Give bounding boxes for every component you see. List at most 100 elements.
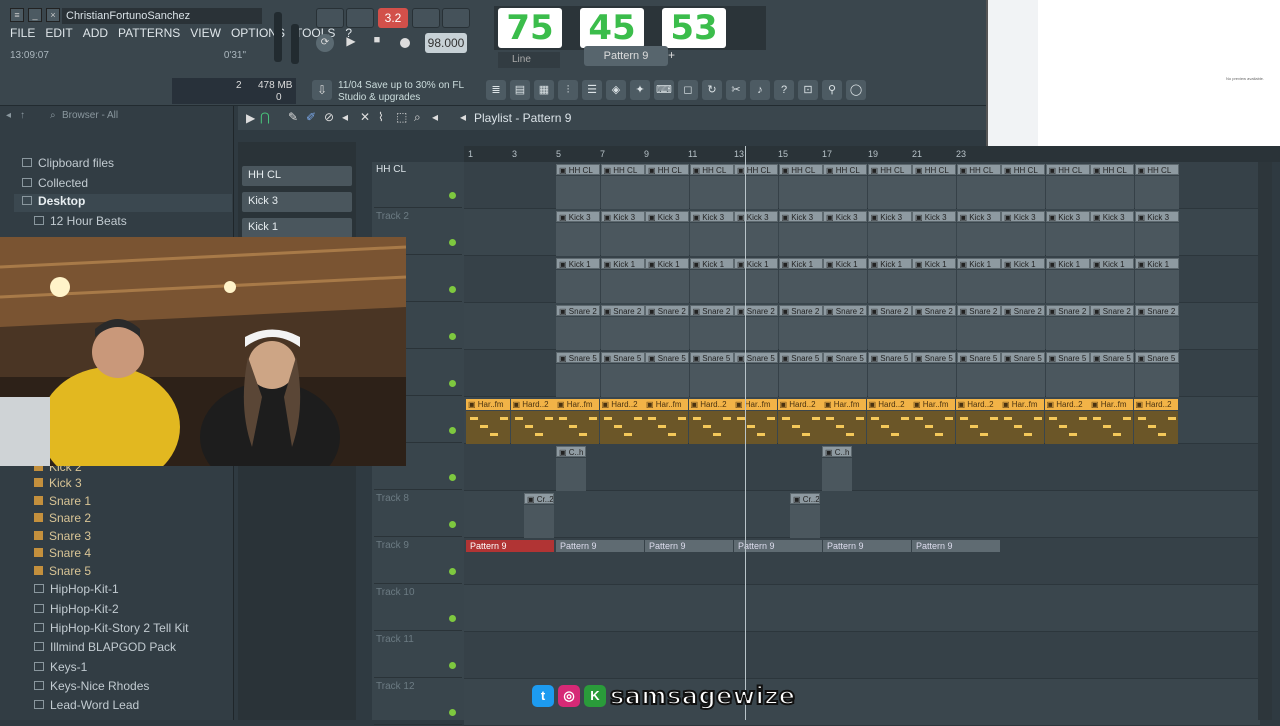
tempo-display[interactable]: 98.000 [425,33,467,53]
folder-lead-word-lead[interactable]: Lead-Word Lead [34,698,139,712]
hard-clip[interactable]: ▣ Hard..2 [777,399,822,410]
master-pitch-slider[interactable] [291,24,299,64]
sample-kick-3[interactable]: Kick 3 [34,476,82,490]
counter-display[interactable]: 3.2 [378,8,408,28]
playback-tool-icon[interactable]: ◂ [432,110,438,124]
track-enable-led[interactable] [449,474,456,481]
vertical-scrollbar[interactable] [1258,162,1272,720]
crash-clip[interactable]: ▣ Cr..2 [524,493,554,504]
pattern-clip[interactable]: ▣ HH CL [734,164,778,175]
pattern-clip[interactable]: ▣ Snare 2 [1090,305,1134,316]
timeline-ruler[interactable]: 1 3 5 7 9 11 13 15 17 19 21 23 [464,146,1280,162]
hard-clip[interactable]: ▣ Har..fm [555,399,599,410]
pattern-clip[interactable]: ▣ Kick 3 [778,211,823,222]
pattern-clip[interactable]: ▣ HH CL [556,164,600,175]
pattern-clip[interactable]: ▣ Snare 2 [823,305,867,316]
pattern-clip[interactable]: ▣ Snare 2 [956,305,1001,316]
pattern-clip[interactable]: ▣ HH CL [1090,164,1134,175]
pattern-9-clip[interactable]: Pattern 9 [645,540,733,552]
chat-icon[interactable]: ◯ [846,80,866,100]
channel-hh-cl[interactable]: HH CL [242,166,352,186]
pattern-clip[interactable]: ▣ Snare 5 [912,352,956,363]
menu-file[interactable]: FILE [10,26,35,44]
search-icon[interactable]: ⌕ [50,110,56,121]
pattern-clip[interactable]: ▣ Kick 1 [912,258,956,269]
draw-tool-icon[interactable]: ✎ [288,110,298,124]
add-pattern-button[interactable]: + [668,48,680,64]
mic-icon[interactable]: ♪ [750,80,770,100]
pattern-clip[interactable]: ▣ Snare 5 [867,352,912,363]
download-icon[interactable]: ⇩ [312,80,332,100]
pattern-clip[interactable]: ▣ Kick 1 [1045,258,1090,269]
pattern-clip[interactable]: ▣ Kick 1 [778,258,823,269]
slip-tool-icon[interactable]: ✕ [360,110,370,124]
pattern-clip[interactable]: ▣ Snare 2 [1045,305,1090,316]
pattern-clip[interactable]: ▣ HH CL [823,164,867,175]
hard-clip[interactable]: ▣ Hard..2 [510,399,555,410]
pattern-clip[interactable]: ▣ Snare 5 [1134,352,1179,363]
piano-roll-icon[interactable]: ▤ [510,80,530,100]
track-row-10[interactable] [464,585,1260,632]
refresh-icon[interactable]: ↻ [702,80,722,100]
hard-clip[interactable]: ▣ Har..fm [1089,399,1133,410]
news-panel[interactable]: ⇩ 11/04 Save up to 30% on FL Studio & up… [312,78,482,104]
cut-icon[interactable]: ✂ [726,80,746,100]
track-enable-led[interactable] [449,380,456,387]
close-icon[interactable]: × [46,8,60,22]
pattern-clip[interactable]: ▣ Kick 1 [645,258,689,269]
playlist-menu-icon[interactable]: ▶ [246,111,255,125]
pattern-9-clip[interactable]: Pattern 9 [912,540,1000,552]
pattern-clip[interactable]: ▣ Snare 5 [1045,352,1090,363]
pattern-clip[interactable]: ▣ Snare 5 [689,352,734,363]
pattern-clip[interactable]: ▣ Snare 2 [867,305,912,316]
minimize-icon[interactable]: _ [28,8,42,22]
slice-tool-icon[interactable]: ⌇ [378,110,384,124]
hard-clip[interactable]: ▣ Hard..2 [1044,399,1089,410]
track-row-8[interactable] [464,491,1260,538]
snap-select[interactable]: Line [498,52,560,68]
pattern-clip[interactable]: ▣ Snare 2 [912,305,956,316]
track-header-1[interactable]: HH CL [374,162,462,208]
pattern-clip[interactable]: ▣ Kick 3 [1090,211,1134,222]
plug-icon[interactable]: ⚲ [822,80,842,100]
pattern-clip[interactable]: ▣ HH CL [600,164,645,175]
pattern-clip[interactable]: ▣ HH CL [778,164,823,175]
pattern-clip[interactable]: ▣ Kick 3 [912,211,956,222]
track-enable-led[interactable] [449,286,456,293]
arrow-left-icon[interactable]: ◂ [6,110,11,121]
metronome-icon[interactable] [316,8,344,28]
wait-icon[interactable] [346,8,374,28]
pattern-clip[interactable]: ▣ HH CL [956,164,1001,175]
pattern-clip[interactable]: ▣ Kick 3 [600,211,645,222]
hard-clip[interactable]: ▣ Hard..2 [955,399,1000,410]
folder-keys-nice-rhodes[interactable]: Keys-Nice Rhodes [34,679,149,693]
pattern-clip[interactable]: ▣ Kick 3 [689,211,734,222]
hard-clip[interactable]: ▣ Hard..2 [688,399,733,410]
hard-clip[interactable]: ▣ Hard..2 [866,399,911,410]
pattern-clip[interactable]: ▣ Kick 1 [689,258,734,269]
pattern-clip[interactable]: ▣ HH CL [689,164,734,175]
pattern-clip[interactable]: ▣ Kick 1 [823,258,867,269]
pattern-clip[interactable]: ▣ Kick 3 [645,211,689,222]
track-enable-led[interactable] [449,615,456,622]
mixer-icon[interactable]: ⫶ [558,80,578,100]
pattern-clip[interactable]: ▣ Snare 5 [778,352,823,363]
pattern-clip[interactable]: ▣ Kick 1 [1001,258,1045,269]
track-enable-led[interactable] [449,709,456,716]
browser-item-collected[interactable]: Collected [22,176,88,190]
pattern-clip[interactable]: ▣ Kick 3 [823,211,867,222]
record-button[interactable] [396,34,414,52]
pattern-clip[interactable]: ▣ Kick 3 [556,211,600,222]
zoom-tool-icon[interactable]: ⌕ [414,110,421,125]
channel-kick-1[interactable]: Kick 1 [242,218,352,238]
pattern-selector[interactable]: Pattern 9 [584,46,668,66]
pattern-clip[interactable]: ▣ Snare 5 [600,352,645,363]
plugin-picker-icon[interactable]: ✦ [630,80,650,100]
play-button[interactable]: ▶ [342,34,360,52]
pattern-clip[interactable]: ▣ Snare 2 [645,305,689,316]
magnet-icon[interactable]: ⋂ [260,110,270,124]
pattern-clip[interactable]: ▣ Kick 1 [734,258,778,269]
folder-hiphop-kit-1[interactable]: HipHop-Kit-1 [34,582,119,596]
hard-clip[interactable]: ▣ Har..fm [644,399,688,410]
sample-snare-1[interactable]: Snare 1 [34,494,91,508]
